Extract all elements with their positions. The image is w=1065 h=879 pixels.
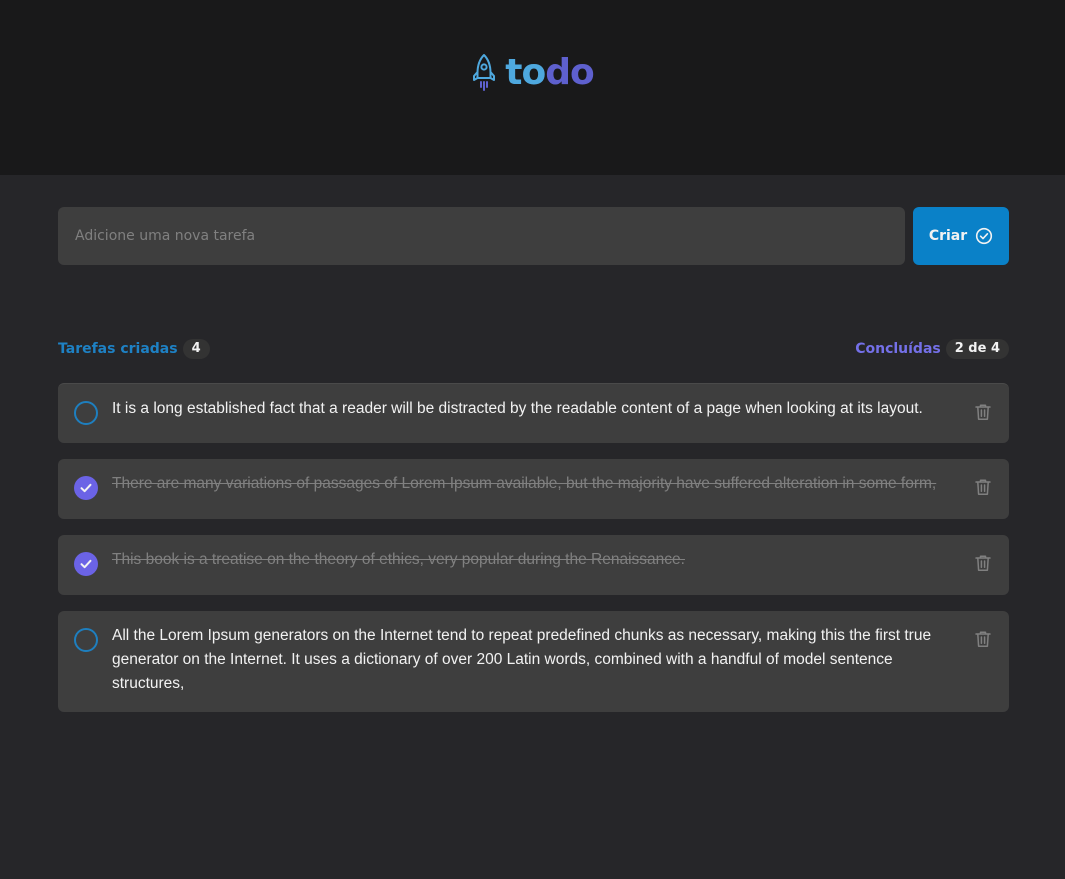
plus-circle-icon [975,227,993,245]
task-text: All the Lorem Ipsum generators on the In… [112,627,932,692]
task-checkbox-checked[interactable] [74,552,98,576]
task-text: This book is a treatise on the theory of… [112,551,685,568]
task-checkbox[interactable] [74,628,98,652]
main-content: Criar Tarefas criadas 4 Concluídas 2 de … [0,175,1065,712]
app-header: todo [0,0,1065,175]
task-item: It is a long established fact that a rea… [58,383,1009,443]
delete-task-button[interactable] [971,551,995,575]
task-item: All the Lorem Ipsum generators on the In… [58,611,1009,712]
created-tasks-count: 4 [182,339,210,359]
task-checkbox-checked[interactable] [74,476,98,500]
create-button-label: Criar [928,228,968,244]
task-checkbox[interactable] [74,401,98,425]
trash-icon [973,553,993,573]
created-tasks-label: Tarefas criadas [58,341,178,357]
app-title-part1: to [505,51,546,93]
new-task-form: Criar [58,207,1009,265]
app-title-part2: do [545,51,595,93]
completed-tasks-label: Concluídas [855,341,941,357]
checkmark-icon [79,557,93,571]
new-task-input[interactable] [58,207,905,265]
brand: todo [471,51,595,93]
delete-task-button[interactable] [971,400,995,424]
rocket-icon [471,53,497,93]
task-item: This book is a treatise on the theory of… [58,535,1009,595]
completed-tasks-stat: Concluídas 2 de 4 [855,339,1009,359]
task-stats: Tarefas criadas 4 Concluídas 2 de 4 [58,339,1009,359]
created-tasks-stat: Tarefas criadas 4 [58,339,210,359]
create-button[interactable]: Criar [913,207,1009,265]
app-title: todo [505,51,595,93]
trash-icon [973,477,993,497]
trash-icon [973,629,993,649]
task-item: There are many variations of passages of… [58,459,1009,519]
trash-icon [973,402,993,422]
task-list: It is a long established fact that a rea… [58,383,1009,712]
delete-task-button[interactable] [971,627,995,651]
task-text: It is a long established fact that a rea… [112,400,923,417]
completed-tasks-count: 2 de 4 [945,339,1009,359]
task-text: There are many variations of passages of… [112,475,937,492]
delete-task-button[interactable] [971,475,995,499]
checkmark-icon [79,481,93,495]
